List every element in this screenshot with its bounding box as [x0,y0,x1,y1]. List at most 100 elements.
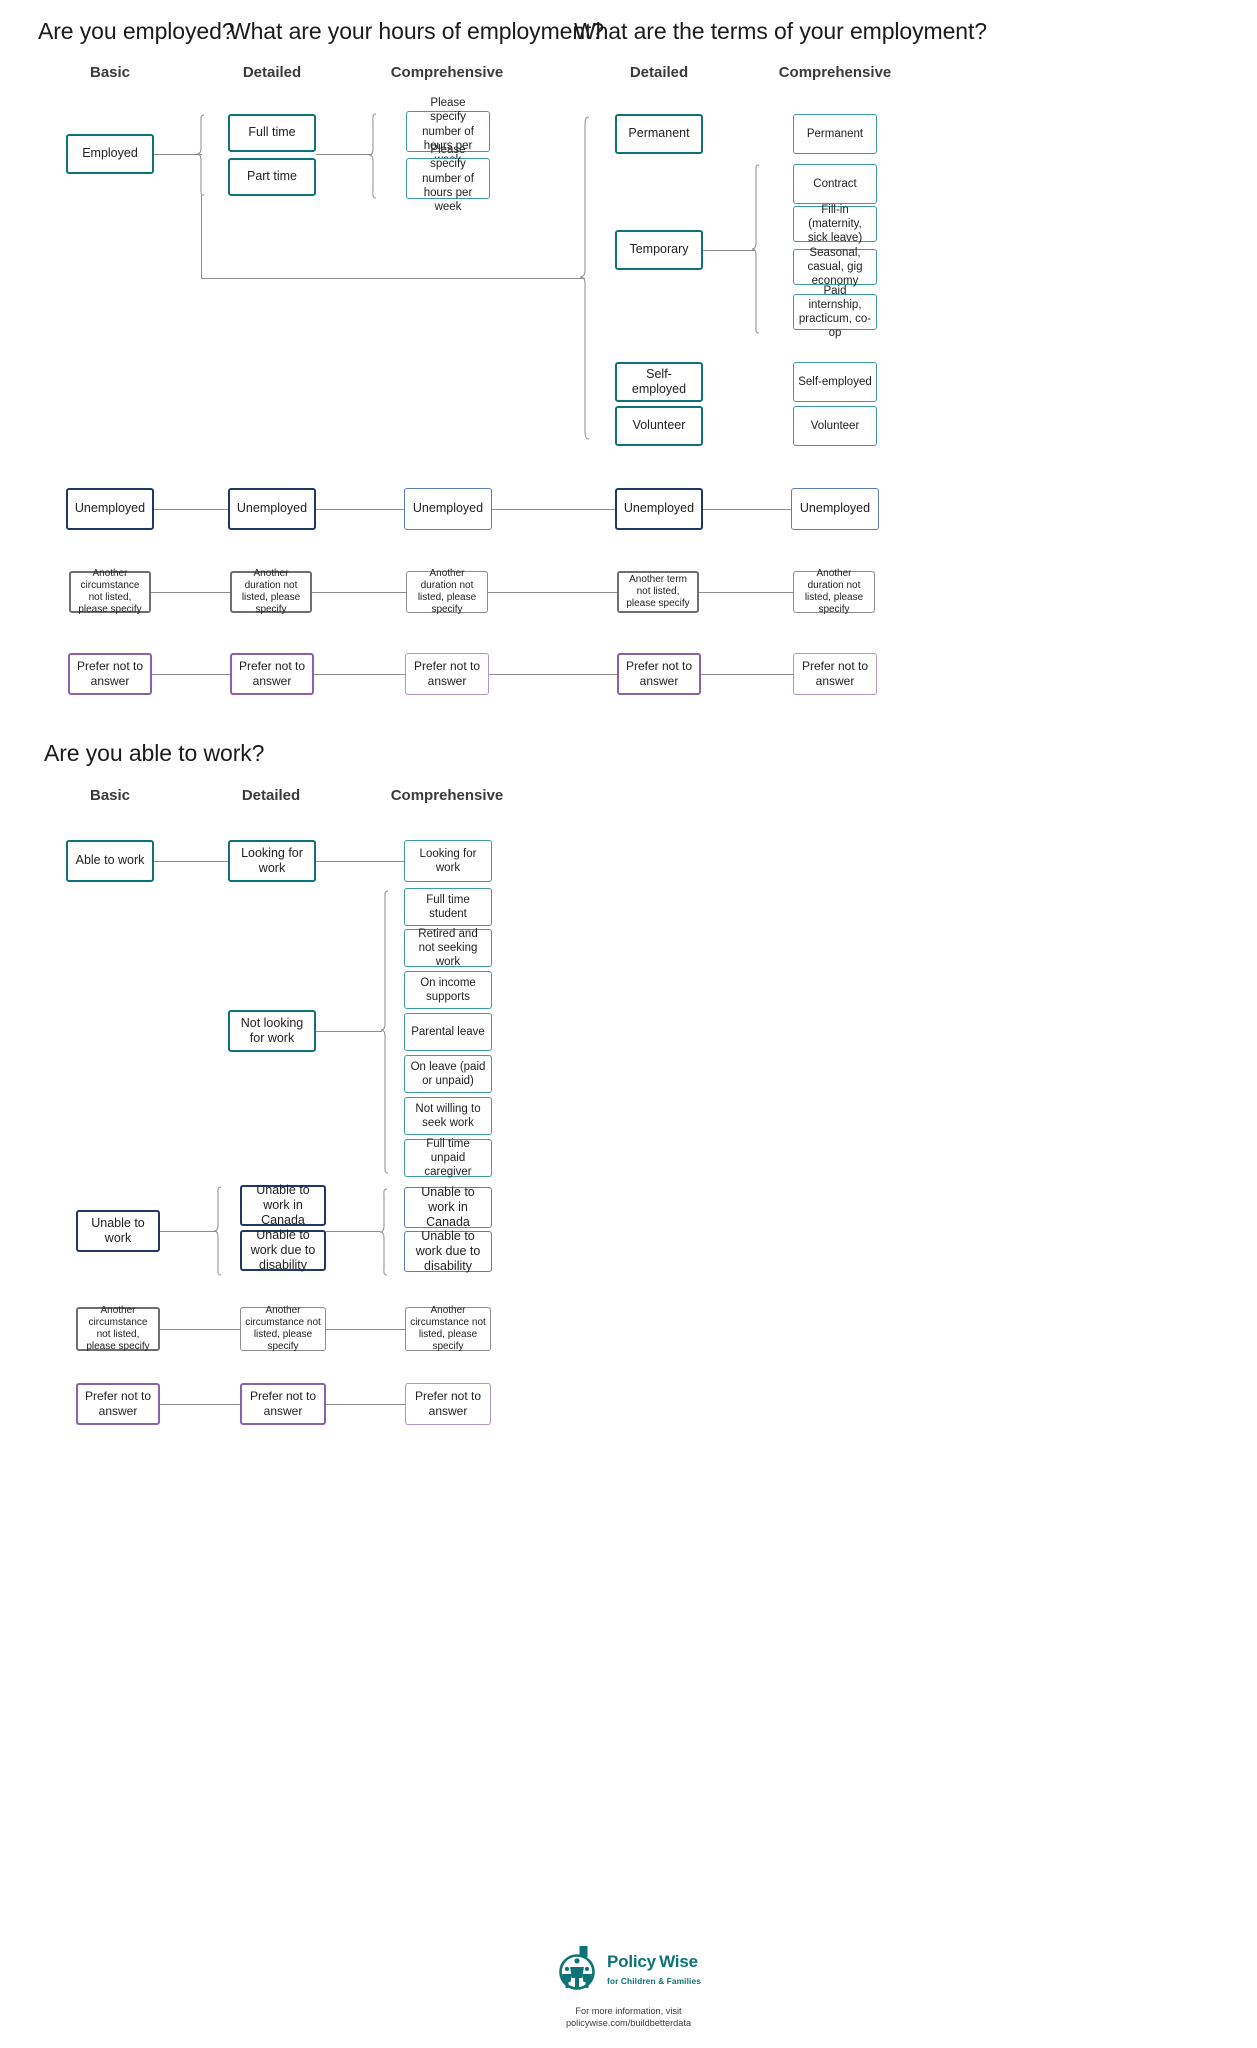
footer-note-line-2[interactable]: policywise.com/buildbetterdata [0,2017,1257,2029]
node-unemployed-basic[interactable]: Unemployed [66,488,154,530]
node-unable-to-work-due-to-disability-comprehensive[interactable]: Unable to work due to disability [404,1229,492,1273]
node-prefer-not-to-answer-detailed-terms[interactable]: Prefer not to answer [617,653,701,695]
column-header-basic-2: Basic [89,787,131,804]
node-temporary[interactable]: Temporary [615,230,703,270]
node-unemployed-comprehensive-hours[interactable]: Unemployed [404,488,492,530]
node-contract[interactable]: Contract [793,164,877,204]
node-unemployed-detailed-terms[interactable]: Unemployed [615,488,703,530]
node-on-income-supports[interactable]: On income supports [404,971,492,1009]
node-full-time[interactable]: Full time [228,114,316,152]
node-unable-to-work-in-canada-comprehensive[interactable]: Unable to work in Canada [404,1185,492,1229]
connector-unemployed-1-2 [154,509,228,510]
node-another-duration-comprehensive-terms[interactable]: Another duration not listed, please spec… [793,568,875,615]
connector-employed-down [201,195,202,278]
node-fill-in-maternity-sick-leave[interactable]: Fill-in (maternity, sick leave) [793,204,877,244]
connector-prefer-3-4 [489,674,617,675]
node-unemployed-comprehensive-terms[interactable]: Unemployed [791,488,879,530]
column-header-detailed-2: Detailed [241,787,301,804]
node-self-employed-detailed[interactable]: Self-employed [615,362,703,402]
node-prefer-not-to-answer-comprehensive-2[interactable]: Prefer not to answer [405,1383,491,1425]
node-prefer-not-to-answer-comprehensive-hours[interactable]: Prefer not to answer [405,653,489,695]
column-header-comprehensive-terms: Comprehensive [778,64,892,81]
connector-temporary-to-comprehensive [703,250,755,251]
connector-other-3-4 [488,592,617,593]
connector-another-circ-1-2 [160,1329,240,1330]
node-another-duration-comprehensive-hours[interactable]: Another duration not listed, please spec… [406,568,488,615]
connector-other-1-2 [151,592,230,593]
node-employed[interactable]: Employed [66,134,154,174]
node-looking-for-work-comprehensive[interactable]: Looking for work [404,840,492,882]
node-paid-internship-practicum-coop[interactable]: Paid internship, practicum, co-op [793,285,877,339]
node-another-duration-detailed-hours[interactable]: Another duration not listed, please spec… [230,568,312,615]
node-not-willing-to-seek-work[interactable]: Not willing to seek work [404,1097,492,1135]
column-header-detailed-hours: Detailed [242,64,302,81]
policywise-logo-icon [556,1945,600,1996]
node-seasonal-casual-gig[interactable]: Seasonal, casual, gig economy [793,247,877,287]
connector-unemployed-4-5 [703,509,791,510]
policywise-logo-tagline: for Children & Families [607,1975,701,1986]
column-header-basic-1: Basic [89,64,131,81]
connector-unable-to-brace [160,1231,215,1232]
footer-note-line-1: For more information, visit [575,2006,682,2016]
brace-hours-detailed [196,114,206,196]
node-volunteer-comprehensive[interactable]: Volunteer [793,406,877,446]
node-unable-to-work-in-canada-detailed[interactable]: Unable to work in Canada [240,1183,326,1227]
connector-notlooking-to-brace [316,1031,382,1032]
question-title-are-you-able-to-work: Are you able to work? [44,740,265,766]
node-not-looking-for-work[interactable]: Not looking for work [228,1010,316,1052]
connector-prefer-4-5 [701,674,793,675]
node-prefer-not-to-answer-detailed-hours[interactable]: Prefer not to answer [230,653,314,695]
node-another-circumstance-detailed-2[interactable]: Another circumstance not listed, please … [240,1305,326,1352]
node-on-leave-paid-or-unpaid[interactable]: On leave (paid or unpaid) [404,1055,492,1093]
brace-not-looking-comprehensive [380,890,390,1174]
connector-able-to-looking [154,861,228,862]
connector-another-circ-2-3 [326,1329,405,1330]
diagram-page: Are you employed? What are your hours of… [0,0,1257,2048]
connector-unable-detailed-to-comprehensive [326,1231,380,1232]
node-retired-not-seeking-work[interactable]: Retired and not seeking work [404,928,492,968]
connector-unemployed-3-4 [492,509,615,510]
node-able-to-work[interactable]: Able to work [66,840,154,882]
node-volunteer-detailed[interactable]: Volunteer [615,406,703,446]
policywise-logo: Policy Wise for Children & Families [0,1945,1257,1996]
node-another-circumstance-basic[interactable]: Another circumstance not listed, please … [69,568,151,615]
node-unemployed-detailed-hours[interactable]: Unemployed [228,488,316,530]
node-permanent-comprehensive[interactable]: Permanent [793,114,877,154]
connector-other-4-5 [699,592,793,593]
connector-prefer2-1-2 [160,1404,240,1405]
node-unable-to-work[interactable]: Unable to work [76,1210,160,1252]
connector-unemployed-2-3 [316,509,404,510]
brace-terms-detailed [579,116,591,440]
brace-unable-comprehensive [379,1188,389,1276]
connector-hours-detailed-to-comprehensive [316,154,372,155]
node-permanent-detailed[interactable]: Permanent [615,114,703,154]
footer-note: For more information, visit policywise.c… [0,2005,1257,2030]
connector-employed-across [201,278,585,279]
node-full-time-student[interactable]: Full time student [404,888,492,926]
connector-prefer-2-3 [314,674,405,675]
node-unable-to-work-due-to-disability-detailed[interactable]: Unable to work due to disability [240,1228,326,1272]
node-specify-hours-2[interactable]: Please specify number of hours per week [406,144,490,213]
node-self-employed-comprehensive[interactable]: Self-employed [793,362,877,402]
brace-temporary-comprehensive [751,164,761,334]
node-part-time[interactable]: Part time [228,158,316,196]
node-full-time-unpaid-caregiver[interactable]: Full time unpaid caregiver [404,1138,492,1178]
question-title-are-you-employed: Are you employed? [38,18,235,44]
column-header-comprehensive-2: Comprehensive [390,787,504,804]
connector-other-2-3 [312,592,406,593]
column-header-comprehensive-hours: Comprehensive [390,64,504,81]
node-prefer-not-to-answer-detailed-2[interactable]: Prefer not to answer [240,1383,326,1425]
node-prefer-not-to-answer-comprehensive-terms[interactable]: Prefer not to answer [793,653,877,695]
brace-unable-detailed [213,1186,223,1276]
footer: Policy Wise for Children & Families For … [0,1945,1257,2030]
node-prefer-not-to-answer-basic-2[interactable]: Prefer not to answer [76,1383,160,1425]
node-another-circumstance-basic-2[interactable]: Another circumstance not listed, please … [76,1305,160,1352]
node-parental-leave[interactable]: Parental leave [404,1013,492,1051]
node-another-circumstance-comprehensive-2[interactable]: Another circumstance not listed, please … [405,1305,491,1352]
connector-prefer2-2-3 [326,1404,405,1405]
node-looking-for-work-detailed[interactable]: Looking for work [228,840,316,882]
question-title-hours-of-employment: What are your hours of employment? [229,18,604,44]
node-another-term-detailed-terms[interactable]: Another term not listed, please specify [617,571,699,613]
question-title-terms-of-employment: What are the terms of your employment? [574,18,987,44]
node-prefer-not-to-answer-basic[interactable]: Prefer not to answer [68,653,152,695]
